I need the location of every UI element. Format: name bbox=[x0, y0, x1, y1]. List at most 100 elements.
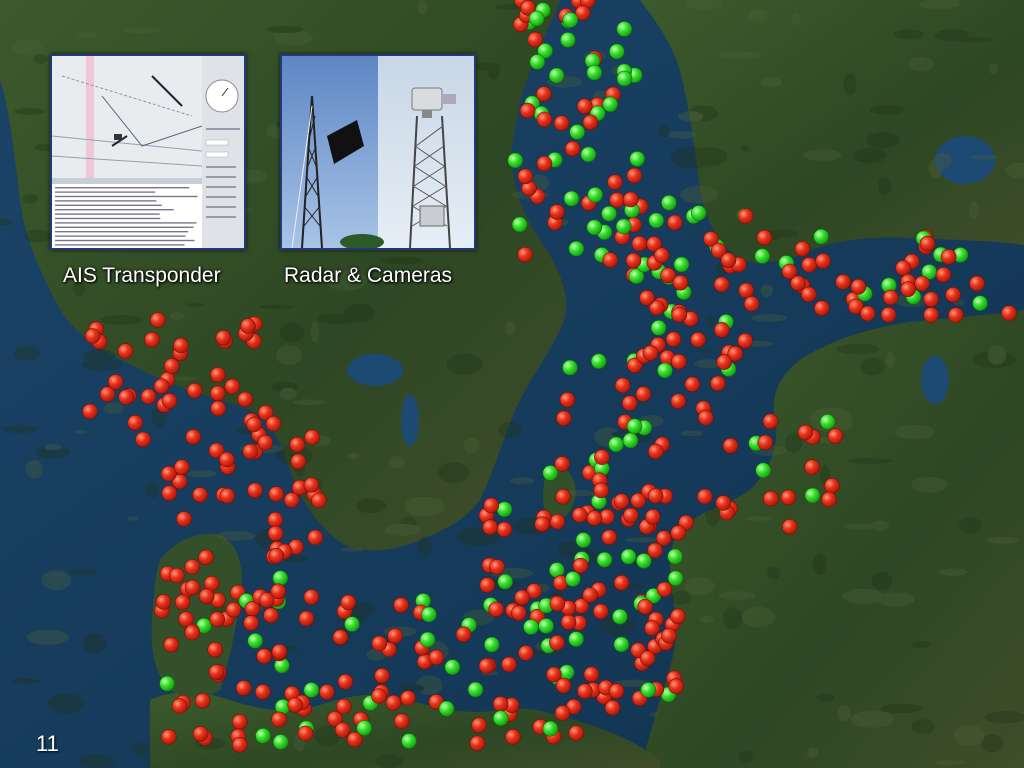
ais-table-row bbox=[55, 231, 189, 233]
vessel-marker-red bbox=[797, 424, 814, 441]
vessel-marker-red bbox=[554, 705, 571, 721]
vessel-marker-green bbox=[538, 618, 554, 634]
vessel-marker-red bbox=[174, 594, 191, 611]
vessel-marker-red bbox=[510, 605, 527, 621]
terrain-speckle bbox=[266, 26, 305, 33]
terrain-speckle bbox=[981, 734, 1004, 753]
vessel-marker-green bbox=[562, 359, 578, 376]
vessel-marker-red bbox=[948, 307, 964, 323]
vessel-marker-red bbox=[713, 322, 730, 338]
terrain-speckle bbox=[871, 571, 893, 591]
vessel-marker-green bbox=[601, 205, 617, 222]
vessel-marker-red bbox=[613, 574, 630, 591]
vessel-marker-red bbox=[715, 495, 732, 511]
vessel-marker-green bbox=[560, 32, 576, 48]
vessel-marker-red bbox=[471, 717, 487, 733]
terrain-speckle bbox=[666, 130, 698, 139]
terrain-speckle bbox=[760, 76, 782, 87]
vessel-marker-red bbox=[319, 684, 335, 700]
vessel-marker-red bbox=[254, 684, 271, 700]
vessel-marker-red bbox=[210, 400, 226, 417]
terrain-speckle bbox=[47, 693, 84, 714]
vessel-marker-red bbox=[621, 395, 638, 411]
vessel-marker-red bbox=[642, 345, 659, 361]
vessel-marker-red bbox=[631, 235, 648, 252]
ais-table-row bbox=[55, 244, 185, 246]
vessel-marker-red bbox=[246, 416, 262, 433]
vessel-marker-red bbox=[492, 696, 509, 712]
vessel-marker-green bbox=[497, 573, 514, 590]
vessel-marker-green bbox=[648, 212, 665, 229]
vessel-marker-red bbox=[635, 386, 652, 402]
terrain-speckle bbox=[860, 357, 885, 376]
vessel-marker-red bbox=[582, 114, 599, 131]
vessel-marker-red bbox=[235, 680, 252, 696]
vessel-marker-red bbox=[895, 260, 911, 276]
vessel-marker-green bbox=[247, 632, 263, 649]
vessel-marker-red bbox=[630, 492, 647, 509]
vessel-marker-red bbox=[184, 624, 201, 641]
vessel-marker-red bbox=[607, 174, 623, 190]
vessel-marker-red bbox=[171, 698, 188, 714]
vessel-marker-red bbox=[192, 486, 208, 503]
terrain-speckle bbox=[658, 124, 670, 138]
vessel-marker-green bbox=[467, 681, 484, 698]
terrain-speckle bbox=[670, 590, 692, 605]
terrain-speckle bbox=[446, 353, 483, 375]
vessel-marker-red bbox=[850, 278, 867, 295]
vessel-marker-red bbox=[576, 98, 593, 114]
terrain-speckle bbox=[14, 108, 45, 115]
vessel-marker-red bbox=[208, 664, 225, 680]
terrain-speckle bbox=[748, 8, 769, 24]
vessel-marker-red bbox=[118, 389, 134, 405]
radar-cameras-caption: Radar & Cameras bbox=[284, 264, 453, 287]
vessel-marker-red bbox=[385, 694, 402, 711]
terrain-speckle bbox=[276, 345, 303, 366]
vessel-marker-red bbox=[880, 306, 897, 323]
vessel-marker-red bbox=[582, 587, 599, 603]
vessel-marker-red bbox=[738, 282, 755, 299]
vessel-marker-red bbox=[240, 318, 256, 334]
vessel-marker-green bbox=[667, 570, 684, 587]
vessel-marker-green bbox=[620, 548, 637, 565]
vessel-marker-red bbox=[268, 547, 285, 564]
vessel-marker-red bbox=[923, 291, 939, 308]
vessel-marker-red bbox=[720, 252, 737, 269]
vessel-marker-green bbox=[568, 240, 585, 257]
terrain-speckle bbox=[885, 351, 896, 368]
vessel-marker-red bbox=[482, 519, 498, 536]
vessel-marker-green bbox=[586, 64, 603, 81]
vessel-marker-red bbox=[307, 529, 324, 546]
vessel-marker-red bbox=[256, 648, 272, 664]
vessel-marker-green bbox=[562, 12, 579, 28]
terrain-speckle bbox=[348, 452, 360, 460]
vessel-marker-red bbox=[232, 736, 248, 753]
terrain-speckle bbox=[877, 592, 915, 607]
vessel-marker-red bbox=[710, 375, 726, 392]
vessel-marker-red bbox=[577, 683, 593, 700]
vessel-marker-red bbox=[813, 300, 830, 317]
terrain-speckle bbox=[100, 315, 144, 325]
terrain-speckle bbox=[509, 477, 535, 485]
vessel-marker-red bbox=[346, 731, 363, 748]
vessel-marker-red bbox=[207, 641, 223, 658]
ais-table-row bbox=[55, 226, 194, 228]
terrain-speckle bbox=[706, 316, 715, 327]
terrain-speckle bbox=[848, 458, 892, 464]
vessel-marker-red bbox=[479, 577, 496, 593]
vessel-marker-red bbox=[801, 256, 818, 273]
vessel-marker-red bbox=[639, 290, 655, 306]
vessel-marker-red bbox=[163, 636, 179, 653]
vessel-marker-green bbox=[972, 295, 988, 312]
vessel-marker-red bbox=[670, 525, 687, 541]
vessel-marker-red bbox=[815, 253, 831, 269]
vessel-marker-green bbox=[673, 256, 690, 273]
terrain-speckle bbox=[893, 29, 924, 40]
vessel-marker-red bbox=[257, 434, 274, 451]
terrain-speckle bbox=[185, 302, 205, 307]
vessel-marker-red bbox=[647, 443, 664, 460]
terrain-speckle bbox=[74, 430, 88, 434]
vessel-marker-red bbox=[935, 266, 952, 283]
vessel-marker-red bbox=[505, 728, 521, 745]
terrain-speckle bbox=[934, 29, 970, 42]
